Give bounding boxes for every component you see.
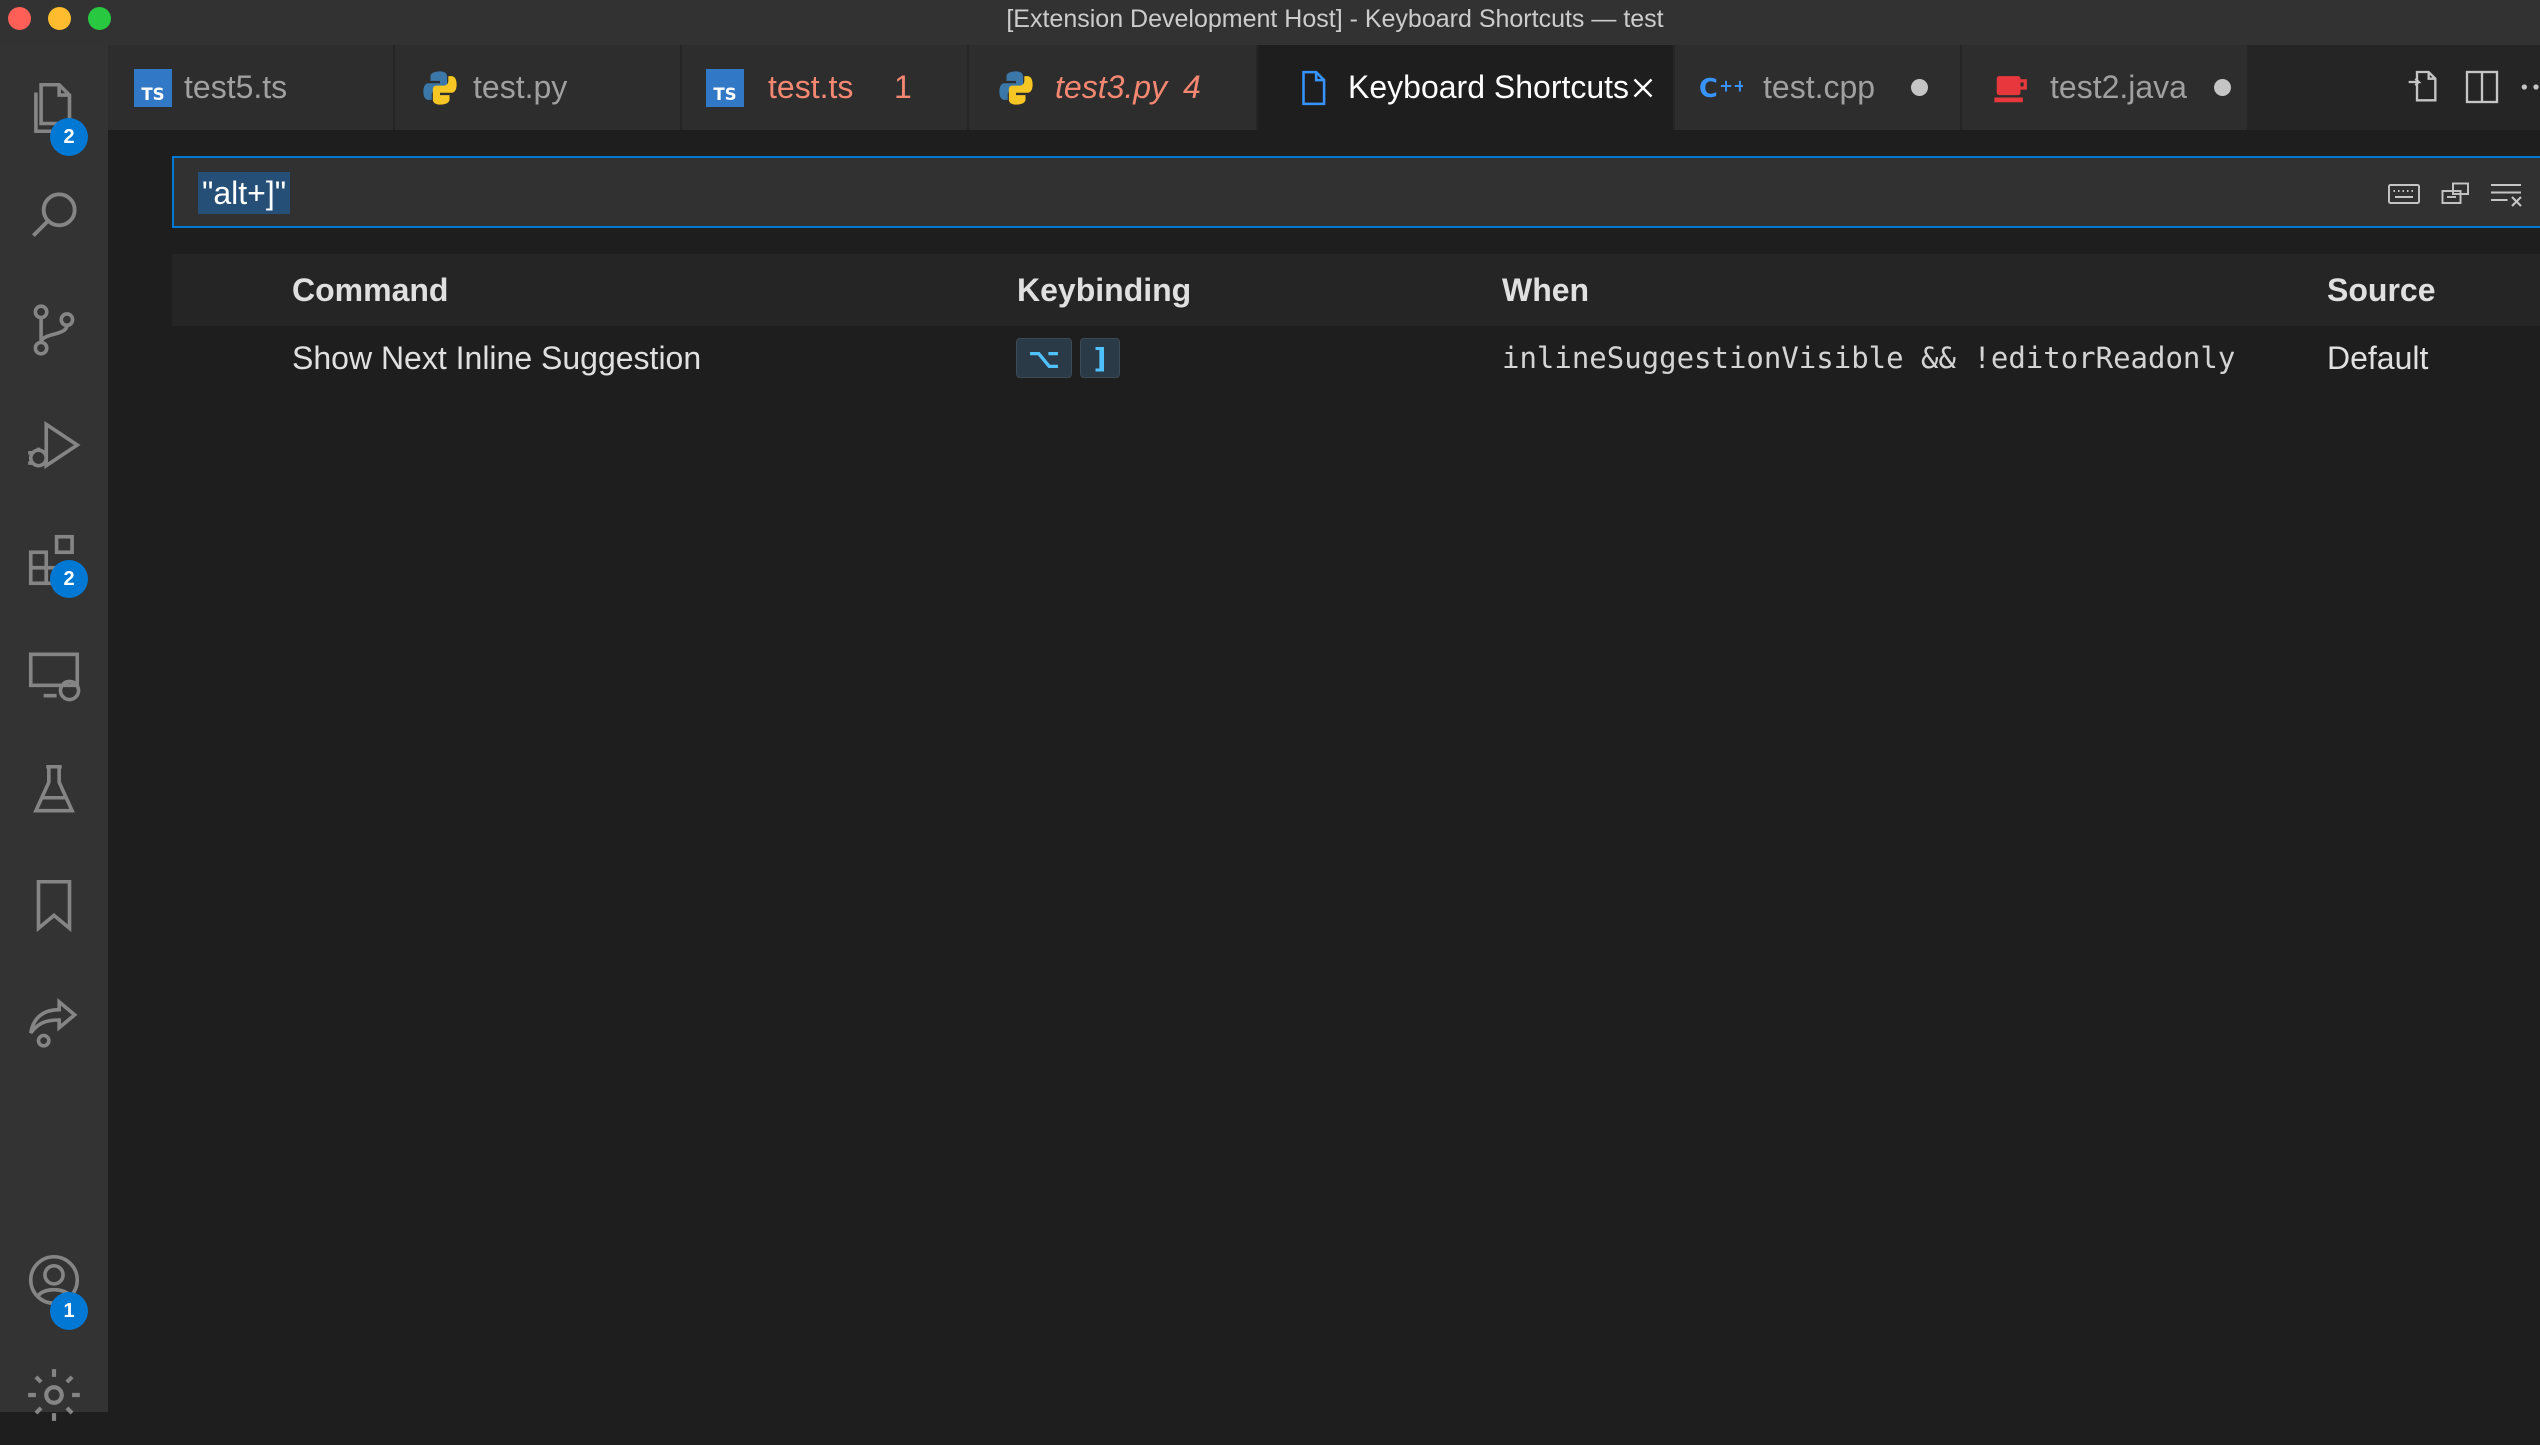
unsaved-dot-icon[interactable] bbox=[2214, 79, 2231, 96]
problem-count: 4 bbox=[1183, 69, 1201, 105]
when-cell: inlineSuggestionVisible && !editorReadon… bbox=[1502, 341, 2236, 375]
activity-testing[interactable] bbox=[0, 740, 108, 840]
tab-label: test.cpp bbox=[1763, 69, 1876, 105]
keybinding-key: ⌥ bbox=[1016, 338, 1072, 378]
activity-remote-explorer[interactable] bbox=[0, 625, 108, 725]
tab-test3-py[interactable]: test3.py 4 bbox=[969, 45, 1258, 130]
bookmark-icon bbox=[36, 879, 72, 933]
activity-run-debug[interactable] bbox=[0, 395, 108, 495]
activity-live-share[interactable] bbox=[0, 970, 108, 1070]
tab-test-cpp[interactable]: C ++ test.cpp bbox=[1675, 45, 1962, 130]
close-icon[interactable] bbox=[1626, 71, 1660, 105]
activity-bar: 2 2 1 bbox=[0, 45, 108, 1421]
problem-count: 1 bbox=[894, 69, 912, 105]
activity-bookmarks[interactable] bbox=[0, 855, 108, 955]
python-icon bbox=[999, 71, 1033, 105]
unsaved-dot-icon[interactable] bbox=[1911, 79, 1928, 96]
clear-search-icon[interactable] bbox=[2488, 178, 2524, 210]
keybinding-key: ] bbox=[1080, 338, 1120, 378]
column-header-command[interactable]: Command bbox=[292, 254, 448, 326]
column-header-source[interactable]: Source bbox=[2327, 254, 2435, 326]
sort-by-precedence-icon[interactable] bbox=[2438, 178, 2474, 210]
search-icon bbox=[31, 192, 77, 238]
svg-text:++: ++ bbox=[1719, 77, 1743, 96]
activity-extensions[interactable]: 2 bbox=[0, 510, 108, 610]
search-query-text[interactable]: "alt+]" bbox=[198, 172, 291, 214]
python-icon bbox=[423, 71, 457, 105]
tab-label: Keyboard Shortcuts bbox=[1348, 69, 1630, 105]
beaker-icon bbox=[33, 764, 75, 813]
record-keys-icon[interactable] bbox=[2386, 178, 2422, 210]
accounts-badge: 1 bbox=[50, 1292, 88, 1330]
extensions-badge: 2 bbox=[50, 560, 88, 598]
tab-label: test.ts bbox=[768, 69, 854, 105]
activity-explorer[interactable]: 2 bbox=[0, 58, 108, 158]
source-control-icon bbox=[33, 304, 75, 356]
keybindings-search-input[interactable]: "alt+]" bbox=[172, 156, 2540, 228]
tab-keyboard-shortcuts[interactable]: Keyboard Shortcuts bbox=[1258, 45, 1675, 130]
tab-test-ts[interactable]: TS test.ts 1 bbox=[682, 45, 969, 130]
tab-test2-java[interactable]: test2.java bbox=[1962, 45, 2249, 130]
split-editor-icon[interactable] bbox=[2462, 67, 2502, 107]
activity-search[interactable] bbox=[0, 165, 108, 265]
window-title: [Extension Development Host] - Keyboard … bbox=[1006, 5, 1664, 33]
more-actions-icon[interactable] bbox=[2516, 67, 2540, 107]
tab-test-py[interactable]: test.py bbox=[395, 45, 682, 130]
explorer-badge: 2 bbox=[50, 118, 88, 156]
column-header-keybinding[interactable]: Keybinding bbox=[1017, 254, 1191, 326]
title-bar: [Extension Development Host] - Keyboard … bbox=[0, 0, 2540, 45]
table-row[interactable]: Show Next Inline Suggestion ⌥ ] inlineSu… bbox=[172, 326, 2540, 390]
tab-label: test.py bbox=[473, 69, 568, 105]
svg-text:TS: TS bbox=[141, 85, 164, 104]
svg-text:TS: TS bbox=[713, 85, 736, 104]
activity-source-control[interactable] bbox=[0, 280, 108, 380]
activity-manage[interactable] bbox=[0, 1345, 108, 1445]
column-header-when[interactable]: When bbox=[1502, 254, 1589, 326]
remote-explorer-icon bbox=[28, 652, 81, 702]
cpp-icon: C ++ bbox=[1699, 74, 1743, 104]
typescript-icon: TS bbox=[134, 69, 172, 107]
open-json-icon[interactable] bbox=[2402, 67, 2442, 107]
editor-actions bbox=[2380, 45, 2540, 130]
typescript-icon: TS bbox=[706, 69, 744, 107]
editor-tab-bar: TS test5.ts test.py TS test.ts 1 test3.p… bbox=[108, 45, 2540, 130]
tab-label: test3.py bbox=[1055, 69, 1168, 105]
svg-text:C: C bbox=[1699, 74, 1718, 104]
run-debug-icon bbox=[28, 420, 81, 470]
gear-icon bbox=[28, 1369, 80, 1421]
file-icon bbox=[1302, 70, 1326, 106]
tab-label: test2.java bbox=[2050, 69, 2187, 105]
tab-test5-ts[interactable]: TS test5.ts bbox=[108, 45, 395, 130]
java-icon bbox=[1994, 76, 2027, 103]
live-share-icon bbox=[28, 998, 78, 1048]
table-header: Command Keybinding When Source bbox=[172, 254, 2540, 326]
tab-label: test5.ts bbox=[184, 69, 288, 105]
command-cell: Show Next Inline Suggestion bbox=[292, 340, 702, 376]
activity-accounts[interactable]: 1 bbox=[0, 1230, 108, 1330]
source-cell: Default bbox=[2327, 340, 2429, 376]
